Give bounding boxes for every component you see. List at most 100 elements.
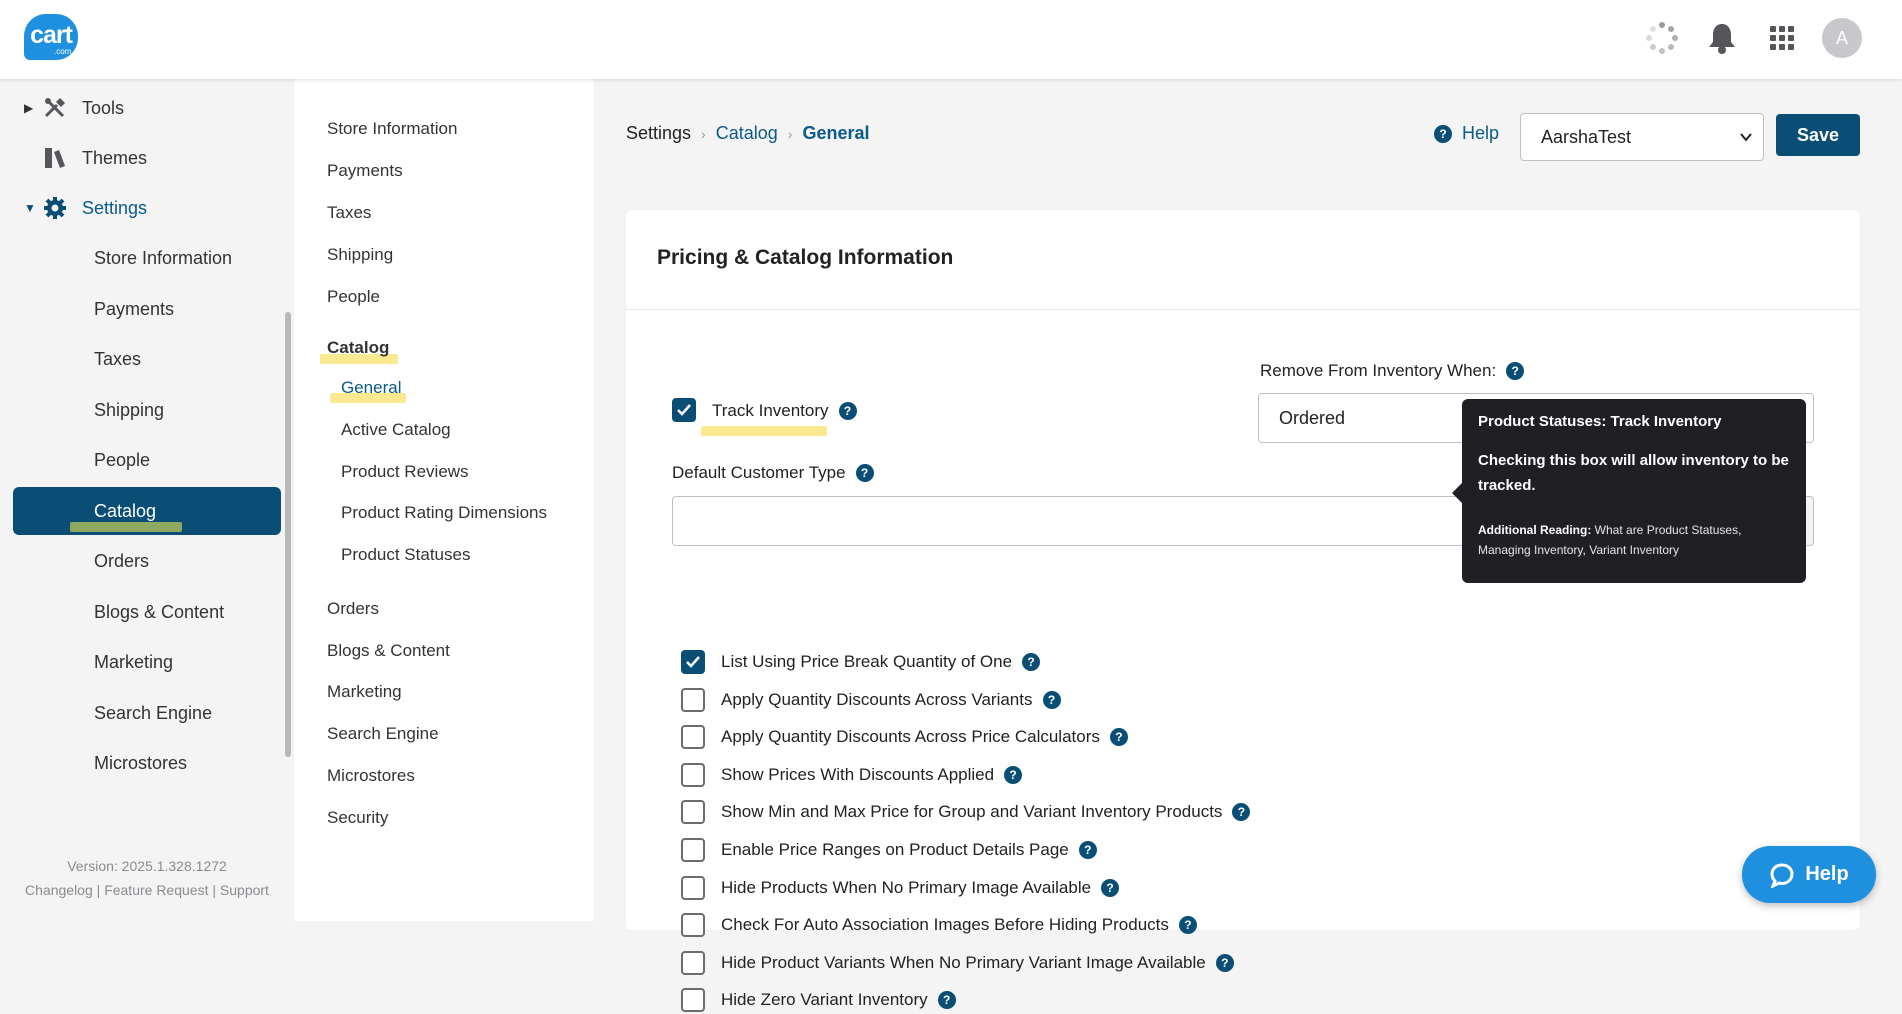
option-checkbox[interactable] [681,687,705,712]
subnav-product-rating-dimensions[interactable]: Product Rating Dimensions [341,503,547,523]
subnav-taxes[interactable]: Taxes [327,203,371,223]
tooltip-link-managing-inventory[interactable]: Managing Inventory [1478,543,1583,557]
option-checkbox[interactable] [681,725,705,750]
option-checkbox[interactable] [681,650,705,674]
tools-icon [42,95,68,121]
option-row: Hide Zero Variant Inventory? [681,986,956,1014]
cart-logo[interactable]: cart .com [24,14,78,64]
bell-icon[interactable] [1702,18,1742,58]
option-row: Show Prices With Discounts Applied? [681,761,1023,789]
store-select-value: AarshaTest [1541,126,1632,147]
help-icon[interactable]: ? [1232,803,1251,822]
sidebar-sub-people[interactable]: People [0,440,294,480]
help-icon[interactable]: ? [1506,362,1525,380]
subnav-payments[interactable]: Payments [327,161,403,181]
store-select[interactable]: AarshaTest [1520,113,1764,161]
help-icon[interactable]: ? [855,464,874,482]
sidebar-item-label: Settings [82,197,148,218]
subnav-product-statuses[interactable]: Product Statuses [341,545,470,565]
breadcrumb-catalog[interactable]: Catalog [716,123,778,144]
help-icon[interactable]: ? [1109,728,1128,747]
subnav-microstores[interactable]: Microstores [327,766,415,786]
help-icon[interactable]: ? [1101,878,1120,897]
subnav-active-catalog[interactable]: Active Catalog [341,420,451,440]
help-icon[interactable]: ? [1178,916,1197,935]
sidebar-sub-store-information[interactable]: Store Information [0,238,294,278]
spinner-icon [1642,18,1682,58]
help-icon[interactable]: ? [1004,765,1023,784]
option-label: Enable Price Ranges on Product Details P… [721,840,1069,859]
help-icon[interactable]: ? [937,991,956,1010]
tooltip-sep: , [1738,523,1742,537]
subnav-marketing[interactable]: Marketing [327,682,402,702]
option-checkbox[interactable] [681,800,705,825]
option-checkbox[interactable] [681,988,705,1013]
option-row: Check For Auto Association Images Before… [681,911,1197,939]
breadcrumb-current: General [802,123,870,143]
option-checkbox[interactable] [681,950,705,975]
subnav-orders[interactable]: Orders [327,599,379,619]
changelog-link[interactable]: Changelog [25,882,93,898]
subnav-general[interactable]: General [341,378,401,398]
option-checkbox[interactable] [681,838,705,862]
option-label: Apply Quantity Discounts Across Variants [721,689,1033,709]
help-icon[interactable]: ? [1215,953,1234,972]
sidebar-sub-label: Payments [94,298,175,319]
remove-from-inventory-text: Remove From Inventory When: [1260,361,1497,380]
track-inventory-checkbox[interactable] [672,398,696,422]
help-icon[interactable]: ? [1078,841,1097,859]
breadcrumb-settings[interactable]: Settings [626,123,691,144]
help-icon[interactable]: ? [1022,653,1041,671]
help-icon[interactable]: ? [838,402,857,420]
option-row: Apply Quantity Discounts Across Price Ca… [681,723,1128,751]
check-icon [686,656,700,668]
sidebar-sub-microstores[interactable]: Microstores [0,743,294,783]
breadcrumb: Settings › Catalog › General [626,123,869,144]
option-label: List Using Price Break Quantity of One [721,652,1013,671]
sidebar-sub-taxes[interactable]: Taxes [0,339,294,379]
subnav-blogs-content[interactable]: Blogs & Content [327,641,450,661]
sidebar-sub-search-engine[interactable]: Search Engine [0,693,294,733]
default-customer-type-text: Default Customer Type [672,463,846,482]
subnav-security[interactable]: Security [327,808,388,828]
sidebar-scrollbar[interactable] [285,312,291,757]
avatar[interactable]: A [1822,18,1862,58]
sidebar-sub-blogs-content[interactable]: Blogs & Content [0,592,294,632]
subnav-shipping[interactable]: Shipping [327,245,393,265]
help-widget-button[interactable]: Help [1742,846,1876,903]
save-button[interactable]: Save [1776,114,1860,156]
subnav-people[interactable]: People [327,287,380,307]
option-checkbox[interactable] [681,762,705,787]
sidebar-sub-shipping[interactable]: Shipping [0,390,294,430]
option-label: Show Prices With Discounts Applied [721,764,995,784]
subnav-store-information[interactable]: Store Information [327,119,457,139]
option-label: Hide Products When No Primary Image Avai… [721,877,1092,897]
sidebar-sub-label: Marketing [94,651,174,672]
option-checkbox[interactable] [681,913,705,938]
sidebar-item-settings[interactable]: ▼ Settings [0,188,294,228]
sidebar-item-themes[interactable]: Themes [0,138,294,178]
option-checkbox[interactable] [681,875,705,900]
subnav-search-engine[interactable]: Search Engine [327,724,439,744]
tooltip-link-variant-inventory[interactable]: Variant Inventory [1589,543,1679,557]
card-title: Pricing & Catalog Information [657,246,954,269]
sidebar-sub-label: Shipping [94,399,165,420]
tooltip-link-product-statuses[interactable]: What are Product Statuses [1595,523,1738,537]
help-icon[interactable]: ? [1042,690,1061,709]
feature-request-link[interactable]: Feature Request [104,882,208,898]
option-row: Enable Price Ranges on Product Details P… [681,836,1097,864]
help-link-label: Help [1462,123,1500,143]
sidebar-item-tools[interactable]: ▶ Tools [0,88,294,128]
chevron-right-icon: › [701,125,706,142]
subnav-product-reviews[interactable]: Product Reviews [341,462,469,482]
remove-from-inventory-label: Remove From Inventory When: ? [1260,361,1525,381]
footer-separator: | [96,882,101,898]
sidebar-sub-marketing[interactable]: Marketing [0,642,294,682]
track-inventory-label: Track Inventory ? [712,401,857,421]
subnav-catalog[interactable]: Catalog [327,338,389,358]
grid-icon[interactable] [1762,18,1802,58]
help-link[interactable]: ? Help [1434,123,1499,144]
sidebar-sub-payments[interactable]: Payments [0,289,294,329]
sidebar-sub-orders[interactable]: Orders [0,541,294,581]
support-link[interactable]: Support [220,882,269,898]
